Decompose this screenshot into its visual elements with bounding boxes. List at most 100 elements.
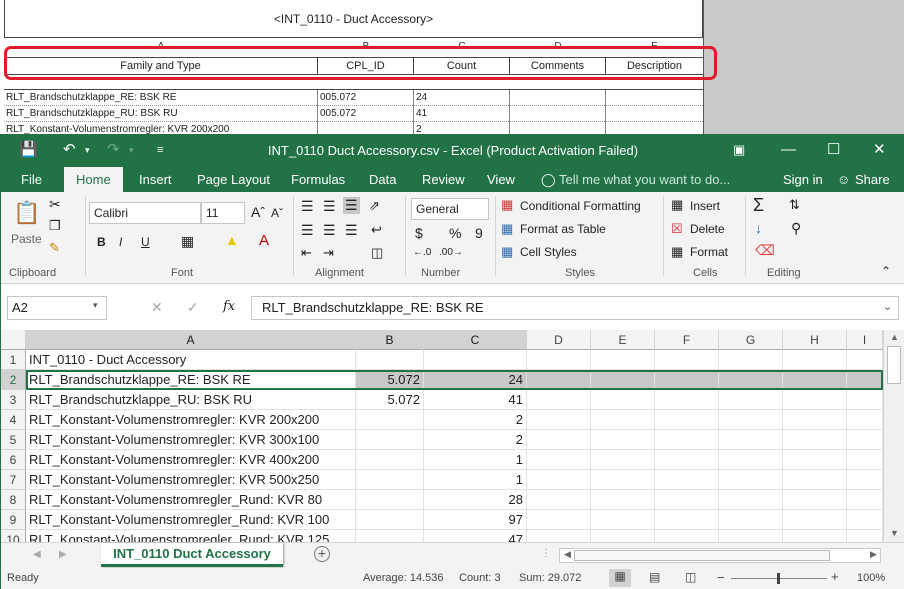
cell-empty[interactable] <box>719 490 783 510</box>
cell-empty[interactable] <box>719 470 783 490</box>
fill-color-icon[interactable]: ▲ <box>225 232 239 248</box>
cell-empty[interactable] <box>783 390 847 410</box>
cell-b[interactable] <box>356 410 424 430</box>
cell-empty[interactable] <box>655 450 719 470</box>
insert-function-icon[interactable]: fx <box>223 299 235 314</box>
row-header[interactable]: 3 <box>1 390 26 410</box>
zoom-slider-thumb[interactable] <box>777 573 780 584</box>
cell-c[interactable]: 24 <box>424 370 527 390</box>
cell-a[interactable]: RLT_Brandschutzklappe_RU: BSK RU <box>26 390 356 410</box>
cell-empty[interactable] <box>591 410 655 430</box>
center-icon[interactable]: ☰ <box>323 222 336 239</box>
cell-empty[interactable] <box>527 470 591 490</box>
row-header[interactable]: 9 <box>1 510 26 530</box>
cell-empty[interactable] <box>591 450 655 470</box>
font-name-select[interactable]: Calibri <box>89 202 201 224</box>
cell-styles-button[interactable]: Cell Styles <box>520 245 577 259</box>
cell-empty[interactable] <box>719 510 783 530</box>
tab-insert[interactable]: Insert <box>139 167 172 192</box>
cell-a[interactable]: INT_0110 - Duct Accessory <box>26 350 356 370</box>
cell-empty[interactable] <box>655 510 719 530</box>
cell-empty[interactable] <box>527 370 591 390</box>
paste-icon[interactable]: 📋 <box>13 200 40 226</box>
cell-empty[interactable] <box>847 370 883 390</box>
column-header-b[interactable]: B <box>356 330 424 350</box>
cell-empty[interactable] <box>719 370 783 390</box>
cell-empty[interactable] <box>527 410 591 430</box>
sheet-tab-active[interactable]: INT_0110 Duct Accessory <box>101 543 283 567</box>
collapse-ribbon-icon[interactable]: ⌃ <box>881 264 891 278</box>
cell-empty[interactable] <box>655 470 719 490</box>
schedule-cell[interactable] <box>510 90 606 106</box>
name-box-dropdown-icon[interactable]: ▾ <box>93 300 98 311</box>
insert-cells-button[interactable]: Insert <box>690 199 720 213</box>
schedule-cell[interactable]: 24 <box>414 90 510 106</box>
cell-c[interactable]: 41 <box>424 390 527 410</box>
paste-button[interactable]: Paste <box>11 232 42 246</box>
cell-empty[interactable] <box>591 470 655 490</box>
scroll-down-icon[interactable]: ▼ <box>890 528 899 538</box>
row-header[interactable]: 1 <box>1 350 26 370</box>
row-header[interactable]: 6 <box>1 450 26 470</box>
status-count[interactable]: Count: 3 <box>459 572 501 584</box>
column-header-h[interactable]: H <box>783 330 847 350</box>
column-header-i[interactable]: I <box>847 330 883 350</box>
comma-button[interactable]: 9 <box>475 225 483 241</box>
cell-empty[interactable] <box>847 510 883 530</box>
cell-empty[interactable] <box>527 430 591 450</box>
cell-empty[interactable] <box>527 490 591 510</box>
cell-a[interactable]: RLT_Konstant-Volumenstromregler: KVR 400… <box>26 450 356 470</box>
row-header[interactable]: 8 <box>1 490 26 510</box>
cell-c[interactable]: 47 <box>424 530 527 542</box>
cell-empty[interactable] <box>783 430 847 450</box>
schedule-cell[interactable]: 005.072 <box>318 106 414 122</box>
underline-button[interactable]: U <box>141 235 150 249</box>
cell-a[interactable]: RLT_Konstant-Volumenstromregler: KVR 300… <box>26 430 356 450</box>
cell-empty[interactable] <box>847 530 883 542</box>
cell-empty[interactable] <box>591 430 655 450</box>
tell-me-search[interactable]: Tell me what you want to do... <box>559 167 730 192</box>
cell-empty[interactable] <box>847 470 883 490</box>
sign-in-link[interactable]: Sign in <box>783 167 823 192</box>
decrease-decimal-icon[interactable]: .00→ <box>439 247 463 258</box>
tab-formulas[interactable]: Formulas <box>291 167 345 192</box>
autosum-icon[interactable]: Σ <box>753 195 764 216</box>
cell-empty[interactable] <box>847 450 883 470</box>
cell-c[interactable]: 2 <box>424 430 527 450</box>
format-painter-icon[interactable]: ✎ <box>49 240 60 256</box>
cell-a[interactable]: RLT_Konstant-Volumenstromregler_Rund: KV… <box>26 530 356 542</box>
worksheet-grid[interactable]: A B C D E F G H I 1 INT_0110 - Duct Acces… <box>1 330 904 542</box>
cell-c[interactable]: 28 <box>424 490 527 510</box>
copy-icon[interactable]: ❐ <box>49 218 61 234</box>
cell-empty[interactable] <box>591 510 655 530</box>
sort-filter-icon[interactable]: ⇅ <box>789 197 800 213</box>
cell-empty[interactable] <box>719 410 783 430</box>
cell-empty[interactable] <box>655 350 719 370</box>
scroll-right-icon[interactable]: ▶ <box>870 549 877 560</box>
cell-b[interactable] <box>356 530 424 542</box>
currency-button[interactable]: $ <box>415 225 423 241</box>
clear-icon[interactable]: ⌫ <box>755 242 775 259</box>
decrease-indent-icon[interactable]: ⇤ <box>301 245 312 261</box>
cell-empty[interactable] <box>847 490 883 510</box>
number-format-select[interactable]: General <box>411 198 489 220</box>
conditional-formatting-button[interactable]: Conditional Formatting <box>520 199 641 213</box>
cell-empty[interactable] <box>527 350 591 370</box>
status-sum[interactable]: Sum: 29.072 <box>519 572 581 584</box>
cell-c[interactable]: 1 <box>424 450 527 470</box>
column-header-g[interactable]: G <box>719 330 783 350</box>
schedule-row[interactable]: RLT_Brandschutzklappe_RU: BSK RU 005.072… <box>4 106 703 122</box>
row-header[interactable]: 4 <box>1 410 26 430</box>
undo-icon[interactable]: ↶ <box>63 140 76 160</box>
format-as-table-button[interactable]: Format as Table <box>520 222 606 236</box>
increase-indent-icon[interactable]: ⇥ <box>323 245 334 261</box>
cell-c[interactable] <box>424 350 527 370</box>
cell-empty[interactable] <box>847 430 883 450</box>
cell-empty[interactable] <box>655 430 719 450</box>
cell-empty[interactable] <box>591 370 655 390</box>
cell-empty[interactable] <box>655 390 719 410</box>
cell-b[interactable] <box>356 510 424 530</box>
expand-formula-icon[interactable]: ⌄ <box>883 300 892 313</box>
font-size-select[interactable]: 11 <box>201 202 245 224</box>
cell-empty[interactable] <box>591 350 655 370</box>
